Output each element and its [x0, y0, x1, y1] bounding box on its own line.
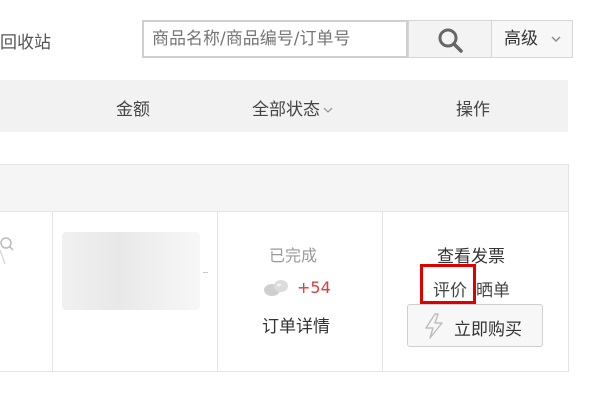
- column-action: 操作: [456, 100, 490, 120]
- chevron-down-icon: [551, 36, 561, 42]
- recycle-bin-link[interactable]: 回收站: [0, 28, 51, 53]
- column-divider: [382, 212, 383, 372]
- order-detail-link[interactable]: 订单详情: [262, 312, 330, 337]
- column-divider: [217, 212, 218, 372]
- beans-amount: +54: [297, 278, 331, 297]
- advanced-label: 高级: [504, 29, 538, 49]
- lightning-icon: [425, 313, 443, 339]
- column-divider: [52, 212, 53, 372]
- separator: [203, 272, 208, 273]
- search-icon[interactable]: [0, 234, 16, 264]
- advanced-search-button[interactable]: 高级: [491, 20, 573, 58]
- buy-again-button[interactable]: 立即购买: [407, 304, 543, 347]
- buy-again-label: 立即购买: [454, 320, 522, 340]
- search-button[interactable]: [408, 20, 492, 58]
- order-status: 已完成: [269, 246, 318, 265]
- product-image[interactable]: [62, 232, 200, 310]
- status-filter-label: 全部状态: [252, 100, 320, 120]
- order-header: [0, 164, 569, 212]
- beans-icon: [264, 280, 288, 296]
- chevron-down-icon: [323, 107, 333, 113]
- share-order-link[interactable]: 晒单: [476, 276, 510, 301]
- beans-reward: +54: [263, 278, 331, 302]
- search-icon: [438, 28, 463, 53]
- search-input[interactable]: [142, 20, 408, 58]
- status-filter-dropdown[interactable]: 全部状态: [252, 95, 333, 120]
- highlight-box: [420, 264, 476, 304]
- column-amount: 金额: [116, 100, 150, 120]
